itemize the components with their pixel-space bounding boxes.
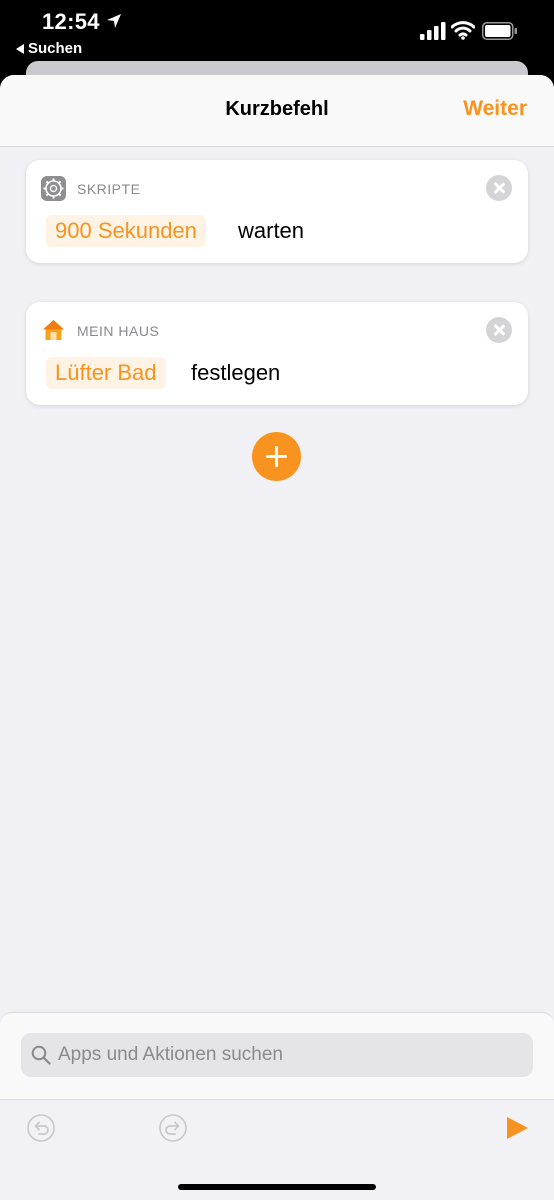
remove-action-button[interactable]: [486, 175, 512, 201]
action-card-home[interactable]: MEIN HAUS Lüfter Bad festlegen: [26, 302, 528, 405]
back-label: Suchen: [28, 40, 83, 57]
search-input[interactable]: Apps und Aktionen suchen: [21, 1033, 533, 1077]
action-verb: festlegen: [191, 360, 281, 385]
home-icon: [43, 320, 64, 340]
navigation-bar: Kurzbefehl Weiter: [0, 75, 554, 147]
battery-icon: [482, 22, 517, 40]
next-button[interactable]: Weiter: [463, 97, 527, 121]
back-to-search-link[interactable]: Suchen: [16, 40, 82, 57]
search-placeholder: Apps und Aktionen suchen: [58, 1044, 284, 1065]
wifi-icon: [451, 21, 475, 40]
gear-icon: [41, 176, 66, 201]
shortcut-editor-sheet: Kurzbefehl Weiter SKRIPTE 900 Sekunden w…: [0, 75, 554, 1200]
accessory-parameter[interactable]: Lüfter Bad: [46, 357, 166, 389]
add-action-button[interactable]: [252, 432, 301, 481]
duration-parameter[interactable]: 900 Sekunden: [46, 215, 206, 247]
home-indicator: [178, 1184, 376, 1190]
action-category: SKRIPTE: [77, 181, 141, 197]
location-arrow-icon: [107, 14, 121, 28]
action-search-panel: Apps und Aktionen suchen: [0, 1012, 554, 1200]
play-icon[interactable]: [502, 1113, 532, 1143]
status-time: 12:54: [42, 9, 100, 34]
search-icon: [31, 1045, 51, 1065]
action-verb: warten: [238, 218, 305, 243]
remove-action-button[interactable]: [486, 317, 512, 343]
undo-icon[interactable]: [26, 1113, 56, 1143]
action-card-wait[interactable]: SKRIPTE 900 Sekunden warten: [26, 160, 528, 263]
cellular-signal-icon: [420, 22, 446, 40]
back-triangle-icon: [16, 43, 24, 54]
redo-icon[interactable]: [158, 1113, 188, 1143]
action-category: MEIN HAUS: [77, 323, 160, 339]
